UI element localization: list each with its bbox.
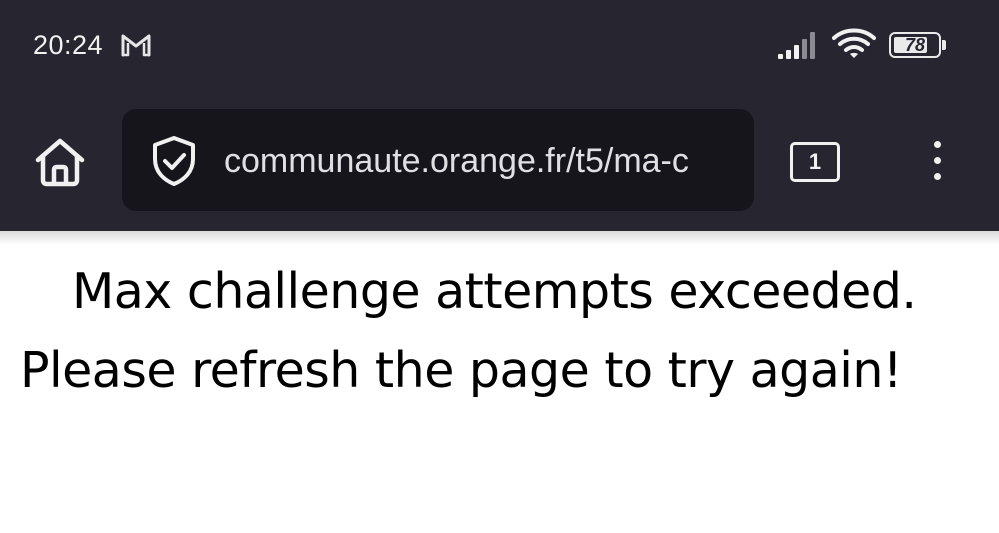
battery-level: 78 (904, 35, 926, 55)
more-vert-icon[interactable] (918, 136, 958, 186)
battery-indicator: 78 (889, 32, 946, 58)
menu-dot (934, 157, 941, 164)
tab-switcher-button[interactable]: 1 (790, 142, 840, 182)
url-text[interactable]: communaute.orange.fr/t5/ma-c (224, 139, 754, 183)
shield-check-icon[interactable] (150, 135, 198, 187)
wifi-icon (832, 28, 876, 60)
battery-tip (942, 40, 946, 50)
menu-dot (934, 141, 941, 148)
page-content: Max challenge attempts exceeded. Please … (20, 252, 980, 410)
menu-dot (934, 173, 941, 180)
status-time: 20:24 (33, 30, 104, 60)
error-message: Max challenge attempts exceeded. Please … (20, 263, 917, 399)
signal-icon (777, 30, 821, 60)
toolbar-shadow (0, 231, 999, 245)
browser-chrome: 20:24 78 communaute.orange.fr/t5/ma-c 1 (0, 0, 999, 231)
home-icon (35, 138, 85, 187)
home-button[interactable] (30, 132, 90, 192)
gmail-icon (120, 33, 152, 57)
address-bar[interactable]: communaute.orange.fr/t5/ma-c (122, 109, 754, 211)
